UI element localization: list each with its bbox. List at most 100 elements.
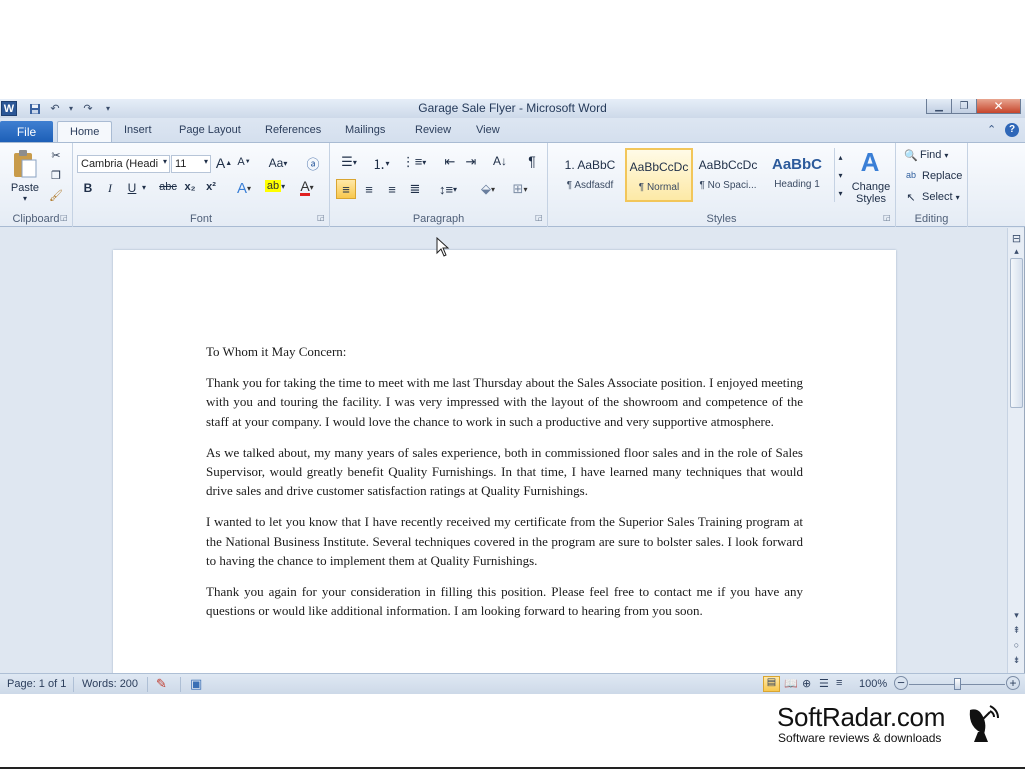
change-styles-icon[interactable]: A xyxy=(852,147,888,177)
paragraph-launcher-icon[interactable]: ◲ xyxy=(535,213,543,222)
tab-page-layout[interactable]: Page Layout xyxy=(179,124,241,136)
styles-launcher-icon[interactable]: ◲ xyxy=(883,213,891,222)
scroll-up-icon[interactable]: ▴ xyxy=(1009,246,1024,257)
web-layout-icon[interactable]: ⊕ xyxy=(802,677,811,690)
word-count[interactable]: Words: 200 xyxy=(82,678,138,690)
tab-view[interactable]: View xyxy=(476,124,500,136)
font-name-dropdown-icon[interactable]: ▾ xyxy=(160,157,170,166)
subscript-button[interactable]: x₂ xyxy=(181,181,199,193)
scroll-down-icon[interactable]: ▾ xyxy=(1009,610,1024,621)
maximize-button[interactable]: ❐ xyxy=(951,99,977,114)
highlight-color-icon[interactable]: ab ▾ xyxy=(263,180,287,192)
styles-scroll-icon[interactable]: ▴ ▾ ▾ xyxy=(834,148,846,202)
tab-file[interactable]: File xyxy=(0,121,53,142)
paste-icon[interactable] xyxy=(9,148,41,180)
decrease-indent-icon[interactable]: ⇤ xyxy=(441,154,459,170)
increase-indent-icon[interactable]: ⇥ xyxy=(462,154,480,170)
tab-mailings[interactable]: Mailings xyxy=(345,124,385,136)
align-right-icon[interactable]: ≡ xyxy=(382,179,402,199)
select-button[interactable]: Select ▾ xyxy=(922,191,960,203)
zoom-out-icon[interactable]: − xyxy=(894,676,908,690)
font-color-icon[interactable]: A ▾ xyxy=(295,179,319,196)
salutation[interactable]: To Whom it May Concern: xyxy=(206,342,803,361)
style-normal[interactable]: AaBbCcDc ¶ Normal xyxy=(625,148,693,202)
font-label: Font xyxy=(189,213,212,225)
paste-button[interactable]: Paste xyxy=(5,182,45,194)
letter-body[interactable]: To Whom it May Concern: Thank you for ta… xyxy=(206,342,803,632)
document-area[interactable]: To Whom it May Concern: Thank you for ta… xyxy=(0,228,1007,673)
find-icon[interactable]: 🔍 xyxy=(904,149,918,162)
help-icon[interactable]: ? xyxy=(1005,123,1019,137)
cut-icon[interactable]: ✂ xyxy=(48,149,64,162)
ruler-toggle-icon[interactable]: ⊟ xyxy=(1009,232,1024,245)
page-indicator[interactable]: Page: 1 of 1 xyxy=(7,678,66,690)
tab-review[interactable]: Review xyxy=(415,124,451,136)
outline-icon[interactable]: ☰ xyxy=(819,677,829,690)
line-spacing-icon[interactable]: ↕≡ ▾ xyxy=(435,179,461,199)
font-launcher-icon[interactable]: ◲ xyxy=(317,213,325,222)
show-marks-button[interactable]: ¶ xyxy=(524,153,540,169)
vertical-scrollbar[interactable]: ⊟ ▴ ▾ ⇞ ○ ⇟ xyxy=(1007,228,1024,673)
paragraph-2[interactable]: As we talked about, my many years of sal… xyxy=(206,443,803,501)
close-button[interactable]: ✕ xyxy=(976,99,1021,114)
select-icon[interactable]: ↖ xyxy=(905,191,917,204)
bold-button[interactable]: B xyxy=(80,181,96,195)
style-asdfasdf[interactable]: 1. AaBbC ¶ Asdfasdf xyxy=(556,148,624,202)
copy-icon[interactable]: ❐ xyxy=(48,169,64,182)
text-effects-icon[interactable]: A ▾ xyxy=(233,180,255,197)
paste-dropdown-icon[interactable]: ▾ xyxy=(19,194,31,203)
full-screen-reading-icon[interactable]: 📖 xyxy=(784,677,798,690)
macro-record-icon[interactable]: ▣ xyxy=(190,676,202,692)
shrink-font-button[interactable]: A ▼ xyxy=(236,156,252,168)
style-no-spacing[interactable]: AaBbCcDc ¶ No Spaci... xyxy=(694,148,762,202)
document-page[interactable]: To Whom it May Concern: Thank you for ta… xyxy=(113,250,896,673)
superscript-button[interactable]: x² xyxy=(202,181,220,193)
underline-button[interactable]: U xyxy=(124,181,140,195)
change-case-button[interactable]: Aa ▾ xyxy=(265,156,291,170)
clipboard-launcher-icon[interactable]: ◲ xyxy=(60,213,68,222)
align-left-icon[interactable]: ≡ xyxy=(336,179,356,199)
softradar-tagline: Software reviews & downloads xyxy=(778,731,942,745)
proofing-icon[interactable]: ✎ xyxy=(156,676,167,692)
paragraph-4[interactable]: Thank you again for your consideration i… xyxy=(206,582,803,620)
borders-icon[interactable]: ⊞ ▾ xyxy=(507,179,533,199)
grow-font-button[interactable]: A ▲ xyxy=(216,155,232,171)
previous-page-icon[interactable]: ⇞ xyxy=(1009,625,1024,636)
zoom-level[interactable]: 100% xyxy=(859,678,887,690)
underline-dropdown-icon[interactable]: ▾ xyxy=(139,183,149,192)
bullets-icon[interactable]: ☰ ▾ xyxy=(338,154,360,170)
zoom-in-icon[interactable]: + xyxy=(1006,676,1020,690)
change-styles-button[interactable]: Change Styles xyxy=(848,181,894,205)
tab-home[interactable]: Home xyxy=(57,121,113,142)
italic-button[interactable]: I xyxy=(102,181,118,196)
shading-icon[interactable]: ⬙ ▾ xyxy=(475,179,501,199)
tab-references[interactable]: References xyxy=(265,124,321,136)
font-size-dropdown-icon[interactable]: ▾ xyxy=(201,157,211,166)
format-painter-icon[interactable]: 🖌 xyxy=(48,189,64,202)
browse-object-icon[interactable]: ○ xyxy=(1009,640,1024,650)
minimize-ribbon-icon[interactable]: ⌃ xyxy=(987,123,996,136)
draft-icon[interactable]: ≡ xyxy=(836,677,842,689)
align-center-icon[interactable]: ≡ xyxy=(359,179,379,199)
next-page-icon[interactable]: ⇟ xyxy=(1009,655,1024,666)
minimize-button[interactable]: ▁ xyxy=(926,99,952,114)
paragraph-3[interactable]: I wanted to let you know that I have rec… xyxy=(206,512,803,570)
scroll-thumb[interactable] xyxy=(1010,258,1023,408)
justify-icon[interactable]: ≣ xyxy=(405,179,425,199)
multilevel-list-icon[interactable]: ⋮≡ ▾ xyxy=(402,154,427,170)
font-name-box[interactable]: Cambria (Headi xyxy=(77,155,170,173)
replace-icon[interactable]: ab xyxy=(903,170,919,180)
style-name: ¶ Normal xyxy=(638,182,680,193)
clear-formatting-icon[interactable]: ⓐ xyxy=(303,154,323,173)
find-button[interactable]: Find ▾ xyxy=(920,149,948,161)
paragraph-1[interactable]: Thank you for taking the time to meet wi… xyxy=(206,373,803,431)
print-layout-icon[interactable]: ▤ xyxy=(763,676,780,692)
replace-button[interactable]: Replace xyxy=(922,170,962,182)
tab-insert[interactable]: Insert xyxy=(124,124,152,136)
numbering-icon[interactable]: ⒈ ▾ xyxy=(369,154,393,173)
style-heading-1[interactable]: AaBbC Heading 1 xyxy=(763,148,831,202)
strikethrough-button[interactable]: abc xyxy=(157,181,179,193)
paragraph-label: Paragraph xyxy=(412,213,465,225)
sort-icon[interactable]: A↓ xyxy=(490,154,510,168)
zoom-slider-thumb[interactable] xyxy=(954,678,961,690)
